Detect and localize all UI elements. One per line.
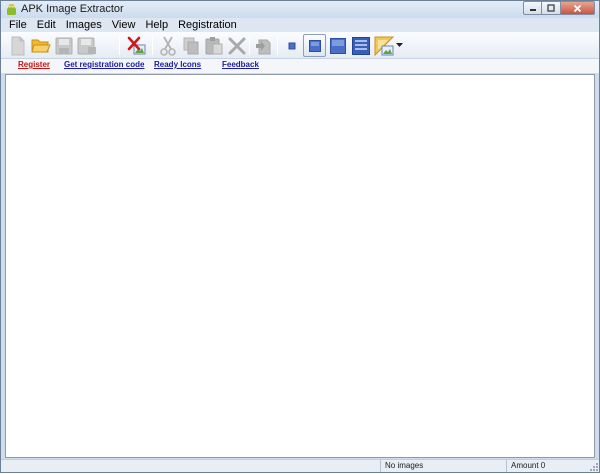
new-icon <box>11 36 24 55</box>
list-view-icon <box>351 36 370 55</box>
app-window: APK Image Extractor File Edit Images Vie… <box>0 0 600 473</box>
delete-icon <box>228 37 245 54</box>
paste-icon <box>205 36 222 54</box>
menu-images[interactable]: Images <box>61 19 107 31</box>
open-button[interactable] <box>29 34 52 57</box>
toolbar <box>1 32 599 59</box>
background-button[interactable] <box>372 34 395 57</box>
link-bar: Register Get registration code Ready Ico… <box>1 59 599 73</box>
cut-button[interactable] <box>156 34 179 57</box>
toolbar-separator <box>119 36 120 55</box>
copy-button[interactable] <box>179 34 202 57</box>
delete-button[interactable] <box>225 34 248 57</box>
amount-status: Amount 0 <box>506 460 590 472</box>
images-status: No images <box>380 460 506 472</box>
maximize-icon <box>547 4 555 12</box>
maximize-button[interactable] <box>542 1 561 15</box>
menu-bar: File Edit Images View Help Registration <box>1 18 599 32</box>
save-as-icon <box>77 37 96 54</box>
minimize-icon <box>529 9 536 11</box>
small-icons-view-button[interactable] <box>280 34 303 57</box>
open-folder-icon <box>30 39 51 52</box>
background-icon <box>374 36 394 56</box>
duplicate-icon <box>255 39 270 54</box>
delete-image-icon <box>127 36 145 54</box>
toolbar-separator <box>152 36 153 55</box>
save-as-button[interactable] <box>75 34 98 57</box>
image-view-area[interactable] <box>5 74 595 458</box>
menu-registration[interactable]: Registration <box>173 19 242 31</box>
title-bar[interactable]: APK Image Extractor <box>1 1 599 18</box>
toolbar-separator <box>277 36 278 55</box>
list-view-button[interactable] <box>349 34 372 57</box>
resize-grip-icon <box>590 463 598 471</box>
paste-button[interactable] <box>202 34 225 57</box>
menu-edit[interactable]: Edit <box>32 19 61 31</box>
feedback-link[interactable]: Feedback <box>222 60 259 69</box>
menu-view[interactable]: View <box>107 19 141 31</box>
android-app-icon <box>5 3 18 16</box>
large-icons-view-icon <box>329 37 346 54</box>
get-registration-code-link[interactable]: Get registration code <box>64 60 144 69</box>
close-icon <box>573 4 582 12</box>
status-bar: No images Amount 0 <box>1 459 599 472</box>
menu-file[interactable]: File <box>4 19 32 31</box>
new-button[interactable] <box>6 34 29 57</box>
toolbar-separator <box>249 36 250 55</box>
window-title: APK Image Extractor <box>21 3 124 15</box>
close-button[interactable] <box>561 1 595 15</box>
register-link[interactable]: Register <box>18 60 50 69</box>
medium-icons-view-button[interactable] <box>303 34 326 57</box>
resize-grip[interactable] <box>590 462 598 471</box>
menu-help[interactable]: Help <box>140 19 173 31</box>
background-dropdown[interactable] <box>394 34 404 57</box>
delete-image-button[interactable] <box>125 34 148 57</box>
cut-icon <box>159 36 176 56</box>
caption-buttons <box>523 1 595 18</box>
duplicate-button[interactable] <box>252 34 275 57</box>
save-icon <box>55 37 72 54</box>
save-button[interactable] <box>52 34 75 57</box>
large-icons-view-button[interactable] <box>326 34 349 57</box>
minimize-button[interactable] <box>523 1 542 15</box>
medium-icons-view-icon <box>308 39 321 52</box>
ready-icons-link[interactable]: Ready Icons <box>154 60 201 69</box>
small-icons-view-icon <box>288 42 295 49</box>
chevron-down-icon <box>395 43 403 47</box>
copy-icon <box>183 37 198 54</box>
